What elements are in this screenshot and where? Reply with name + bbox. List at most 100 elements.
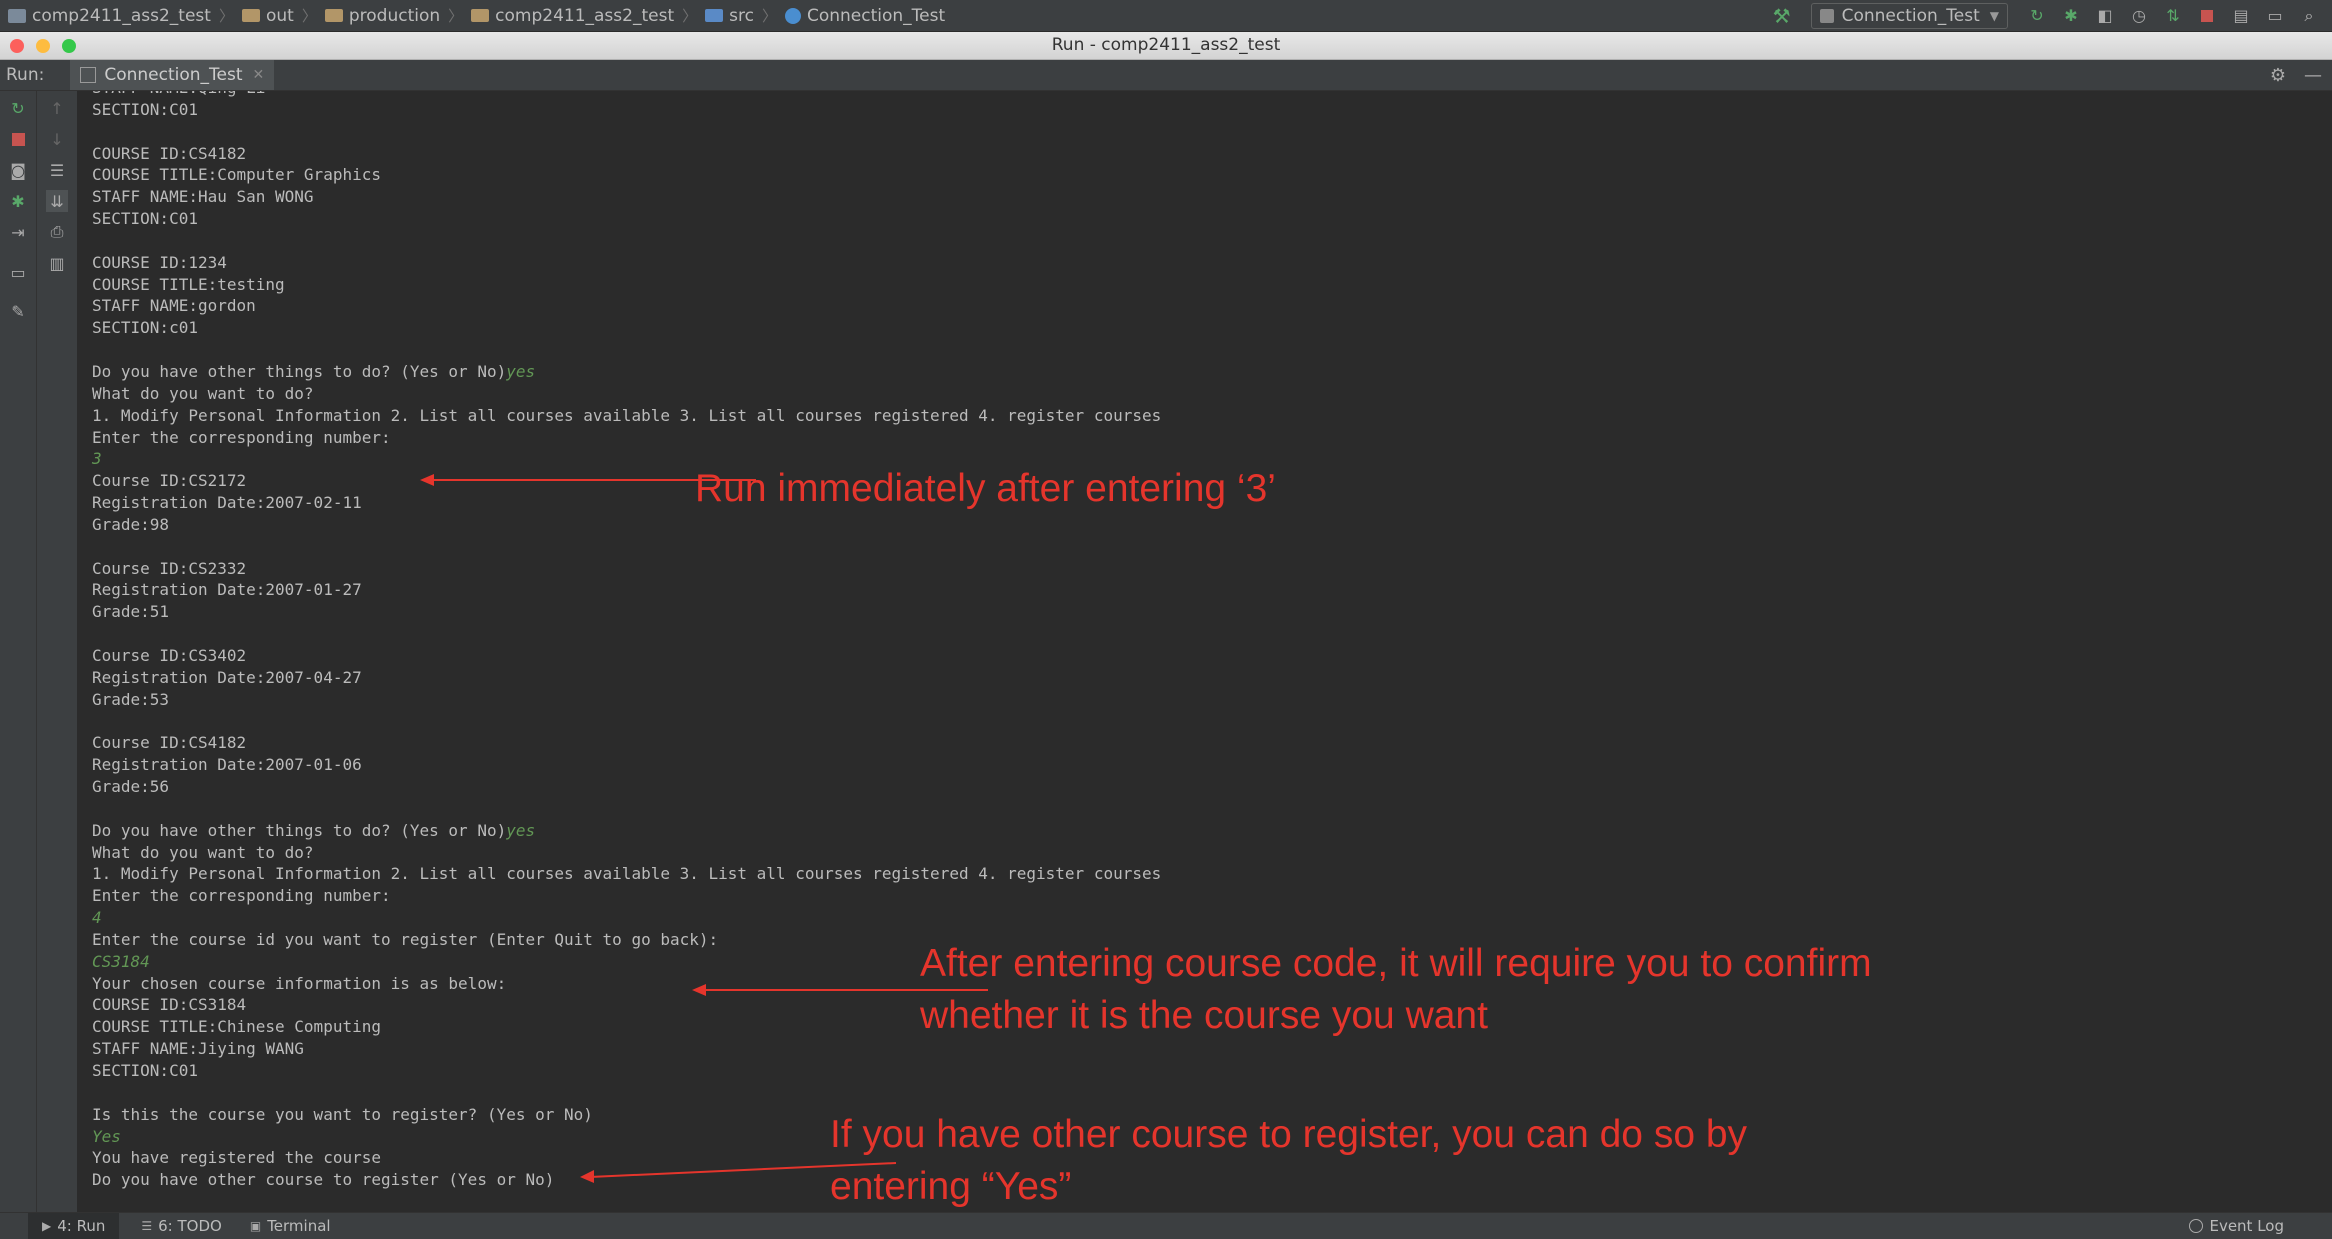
pin-icon[interactable]: ✎ [7, 300, 29, 322]
console-line-text: Course ID:CS2172 [92, 471, 247, 491]
console-line-text: Registration Date:2007-04-27 [92, 667, 362, 687]
console-line-text: Enter the corresponding number: [92, 886, 391, 906]
tool-window-bar: ▶ 4: Run ☰ 6: TODO ▣ Terminal Event Log [0, 1212, 2332, 1239]
close-window-button[interactable] [10, 39, 24, 53]
breadcrumb-item-src[interactable]: src [705, 6, 754, 26]
console-line-text: COURSE TITLE:testing [92, 274, 285, 294]
console-line: SECTION:C01 [92, 1060, 1161, 1082]
run-label: Run: [6, 65, 45, 85]
console-line-text: Your chosen course information is as bel… [92, 973, 507, 993]
console-line: Grade:53 [92, 689, 1161, 711]
stop-icon[interactable] [7, 128, 29, 150]
console-line: Registration Date:2007-01-06 [92, 754, 1161, 776]
console-line: Course ID:CS2332 [92, 558, 1161, 580]
hide-icon[interactable]: — [2304, 65, 2322, 86]
console-line: What do you want to do? [92, 842, 1161, 864]
console-line: STAFF NAME:gordon [92, 295, 1161, 317]
console-line: 1. Modify Personal Information 2. List a… [92, 405, 1161, 427]
console-line-text: STAFF NAME:Hau San WONG [92, 187, 314, 207]
console-user-input: 4 [92, 908, 102, 928]
console-line-text: SECTION:c01 [92, 318, 198, 338]
console-line: Registration Date:2007-04-27 [92, 667, 1161, 689]
console-line-text: What do you want to do? [92, 842, 314, 862]
breadcrumb-item-module[interactable]: comp2411_ass2_test [471, 6, 674, 26]
annotation-text-2: After entering course code, it will requ… [920, 942, 1872, 1037]
console-line-text: SECTION:C01 [92, 209, 198, 229]
scroll-to-end-icon[interactable]: ⇊ [46, 190, 68, 212]
arrow-down-icon[interactable]: ↓ [46, 128, 68, 150]
console-line: SECTION:C01 [92, 208, 1161, 230]
tab-connection-test[interactable]: Connection_Test ✕ [70, 60, 275, 90]
search-icon[interactable]: ⌕ [2298, 5, 2320, 27]
terminal-window-icon[interactable]: ▭ [2264, 5, 2286, 27]
breadcrumb-item-project[interactable]: comp2411_ass2_test [8, 6, 211, 26]
profile-icon[interactable]: ◷ [2128, 5, 2150, 27]
exit-icon[interactable]: ⇥ [7, 221, 29, 243]
console-user-input: Yes [92, 1126, 121, 1146]
chevron-right-icon: 〉 [761, 7, 777, 25]
print-icon[interactable]: ⎙ [46, 221, 68, 243]
console-line: STAFF NAME:Qing Li [92, 91, 1161, 99]
console-line-text: COURSE TITLE:Computer Graphics [92, 165, 381, 185]
breadcrumb-item-out[interactable]: out [241, 6, 294, 26]
attach-debugger-icon[interactable]: ⇅ [2162, 5, 2184, 27]
console-line-text: SECTION:C01 [92, 99, 198, 119]
breadcrumb-item-production[interactable]: production [324, 6, 440, 26]
console-line: STAFF NAME:Hau San WONG [92, 186, 1161, 208]
event-log-icon [2189, 1219, 2204, 1233]
console-line-text: Course ID:CS3402 [92, 645, 247, 665]
console-line-text: Do you have other things to do? (Yes or … [92, 820, 507, 840]
console-line: Grade:51 [92, 601, 1161, 623]
trash-icon[interactable]: ▥ [46, 252, 68, 274]
build-hammer-icon[interactable]: ⚒ [1771, 5, 1793, 27]
console-line: Registration Date:2007-01-27 [92, 579, 1161, 601]
gear-icon[interactable]: ⚙ [2270, 65, 2286, 86]
coverage-icon[interactable]: ◧ [2094, 5, 2116, 27]
debug-icon[interactable]: ✱ [2060, 5, 2082, 27]
arrow-up-icon[interactable]: ↑ [46, 97, 68, 119]
console-line-text: 1. Modify Personal Information 2. List a… [92, 405, 1162, 425]
event-log-button[interactable]: Event Log [2189, 1213, 2284, 1239]
console-line-text: Registration Date:2007-01-27 [92, 580, 362, 600]
run-actions-toolbar: ↻ ◙ ✱ ⇥ ▭ ✎ [0, 91, 37, 1212]
folder-icon [324, 9, 343, 22]
console-line-text: Grade:51 [92, 602, 170, 622]
console-line-text: Registration Date:2007-01-06 [92, 755, 362, 775]
debug-icon[interactable]: ✱ [7, 190, 29, 212]
tab-terminal[interactable]: ▣ Terminal [236, 1213, 345, 1239]
play-icon: ▶ [42, 1219, 52, 1233]
terminal-icon: ▣ [249, 1219, 262, 1233]
close-icon[interactable]: ✕ [253, 67, 265, 83]
rerun-icon[interactable]: ↻ [7, 97, 29, 119]
soft-wrap-icon[interactable]: ☰ [46, 159, 68, 181]
stop-icon[interactable] [2196, 5, 2218, 27]
console-line: 1. Modify Personal Information 2. List a… [92, 863, 1161, 885]
rerun-icon[interactable]: ↻ [2026, 5, 2048, 27]
console-user-input: yes [506, 820, 536, 840]
layout-icon[interactable]: ▭ [7, 261, 29, 283]
list-icon: ☰ [141, 1219, 153, 1233]
console-line-text: COURSE ID:CS3184 [92, 995, 247, 1015]
tab-run[interactable]: ▶ 4: Run [28, 1213, 120, 1239]
minimize-window-button[interactable] [36, 39, 50, 53]
camera-icon[interactable]: ◙ [7, 159, 29, 181]
tab-todo[interactable]: ☰ 6: TODO [127, 1213, 235, 1239]
run-configuration-select[interactable]: Connection_Test ▼ [1810, 2, 2008, 29]
console-line-text: Do you have other things to do? (Yes or … [92, 361, 507, 381]
project-structure-icon[interactable]: ▤ [2230, 5, 2252, 27]
console-user-input: yes [506, 361, 536, 381]
console-line-text: You have registered the course [92, 1148, 381, 1168]
console-line: COURSE TITLE:testing [92, 274, 1161, 296]
console-line-text: Grade:98 [92, 514, 170, 534]
zoom-window-button[interactable] [62, 39, 76, 53]
chevron-down-icon: ▼ [1989, 8, 1999, 23]
console-output[interactable]: STAFF NAME:Qing Li SECTION:C01 COURSE ID:C… [80, 91, 2332, 1212]
breadcrumb-item-class[interactable]: Connection_Test [784, 6, 945, 26]
